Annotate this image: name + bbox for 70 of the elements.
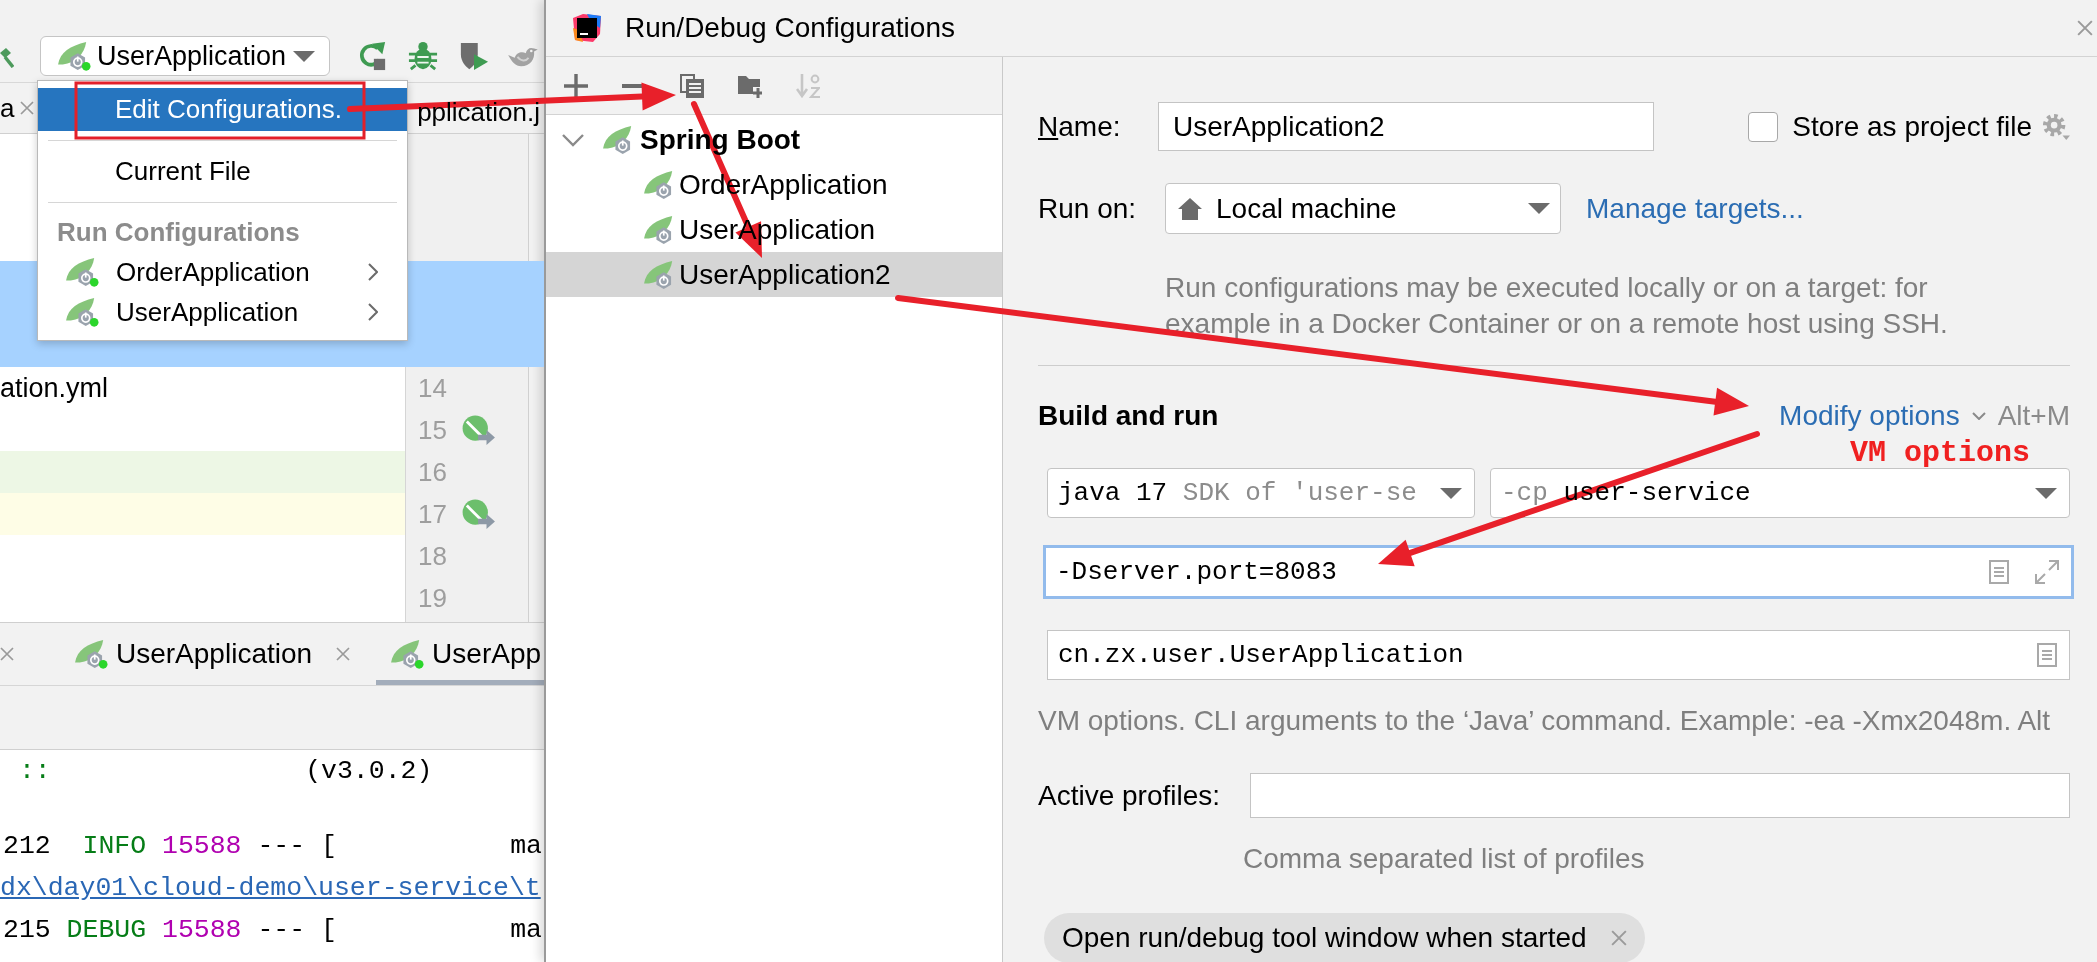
new-folder-icon[interactable] (738, 73, 762, 98)
rerun-icon[interactable] (357, 41, 387, 71)
caret-icon (293, 50, 315, 62)
gear-icon[interactable] (2042, 112, 2070, 141)
console-link[interactable]: dx\day01\cloud-demo\user-service\t (0, 867, 541, 909)
shield-play-icon[interactable] (459, 41, 489, 71)
checkbox-label[interactable]: Store as project file (1792, 110, 2032, 143)
active-profiles-label: Active profiles: (1038, 779, 1222, 812)
hammer-icon[interactable] (0, 48, 14, 68)
line-number: 14 (418, 372, 448, 404)
run-on-label: Run on: (1038, 192, 1138, 225)
run-configuration-dropdown[interactable]: UserApplication (40, 36, 330, 76)
jdk-dropdown[interactable]: java 17 SDK of 'user-se (1047, 468, 1475, 518)
chevron-down-icon (1971, 412, 1986, 420)
modify-options-button[interactable]: Modify options (1779, 400, 1986, 432)
line-number: 17 (418, 498, 448, 530)
menu-item[interactable]: Current File (38, 150, 407, 193)
bug-icon[interactable] (408, 41, 438, 71)
hint-text: VM options. CLI arguments to the ‘Java’ command. Example: -ea -Xmx2048m. Alt (1038, 704, 2052, 738)
hint-text: Comma separated list of profiles (1243, 842, 1646, 876)
menu-item[interactable]: OrderApplication (38, 252, 407, 292)
close-icon[interactable] (336, 647, 351, 661)
line-number: 15 (418, 414, 448, 446)
chevron-right-icon (368, 303, 378, 321)
add-icon[interactable] (564, 73, 588, 98)
caret-icon (1440, 487, 1462, 499)
document-icon[interactable] (1989, 560, 2009, 584)
caret-icon (2035, 487, 2057, 499)
tree-item[interactable]: UserApplication2 (546, 252, 1002, 297)
dialog-title: Run/Debug Configurations (625, 12, 955, 44)
name-label: Name: (1038, 110, 1122, 143)
annotation-label: VM options (1850, 436, 2031, 470)
copy-icon[interactable] (680, 73, 704, 98)
caret-icon (1528, 203, 1550, 214)
editor-tab[interactable]: a (0, 83, 35, 133)
close-icon[interactable] (1610, 930, 1627, 946)
vm-options-field[interactable]: -Dserver.port=8083 (1043, 545, 2074, 599)
shortcut-hint: Alt+M (1997, 400, 2070, 432)
run-gutter-icon[interactable] (462, 415, 496, 445)
editor-tab[interactable]: pplication.j (417, 83, 544, 133)
active-profiles-field[interactable] (1250, 773, 2070, 818)
close-icon[interactable] (20, 101, 35, 115)
menu-item[interactable]: UserApplication (38, 292, 407, 332)
console-line: :: (v3.0.2) (17, 755, 434, 788)
section-title: Build and run (1038, 400, 1219, 432)
option-chip[interactable]: Open run/debug tool window when started (1044, 913, 1645, 962)
app-logo-icon (573, 14, 601, 42)
line-number: 16 (418, 456, 448, 488)
expand-icon[interactable] (2035, 560, 2059, 584)
chevron-right-icon (368, 263, 378, 281)
run-tab[interactable]: UserApp (376, 623, 544, 685)
menu-item[interactable]: Edit Configurations. (38, 88, 407, 131)
line-number: 18 (418, 540, 448, 572)
console-line: 212 INFO 15588 --- [ ma (3, 830, 542, 863)
document-icon[interactable] (2037, 643, 2057, 667)
manage-targets-link[interactable]: Manage targets... (1586, 192, 1804, 225)
name-field[interactable]: UserApplication2 (1158, 102, 1654, 151)
run-gutter-icon[interactable] (462, 499, 496, 529)
file-name[interactable]: ation.yml (0, 372, 405, 404)
run-tab[interactable]: UserApplication (60, 623, 365, 685)
run-on-dropdown[interactable]: Local machine (1165, 183, 1561, 234)
hint-text: Run configurations may be executed locally or on a target: for example in a Docker Container or on a remote host using SSH. (1165, 271, 1949, 341)
menu-section-header: Run Configurations (56, 215, 301, 249)
close-icon[interactable] (2077, 20, 2093, 36)
main-class-field[interactable]: cn.zx.user.UserApplication (1047, 630, 2070, 680)
console-line: 215 DEBUG 15588 --- [ ma (3, 914, 542, 947)
close-icon[interactable] (0, 647, 14, 661)
line-number: 19 (418, 582, 448, 614)
checkbox[interactable] (1748, 111, 1779, 142)
home-icon (1178, 197, 1202, 220)
